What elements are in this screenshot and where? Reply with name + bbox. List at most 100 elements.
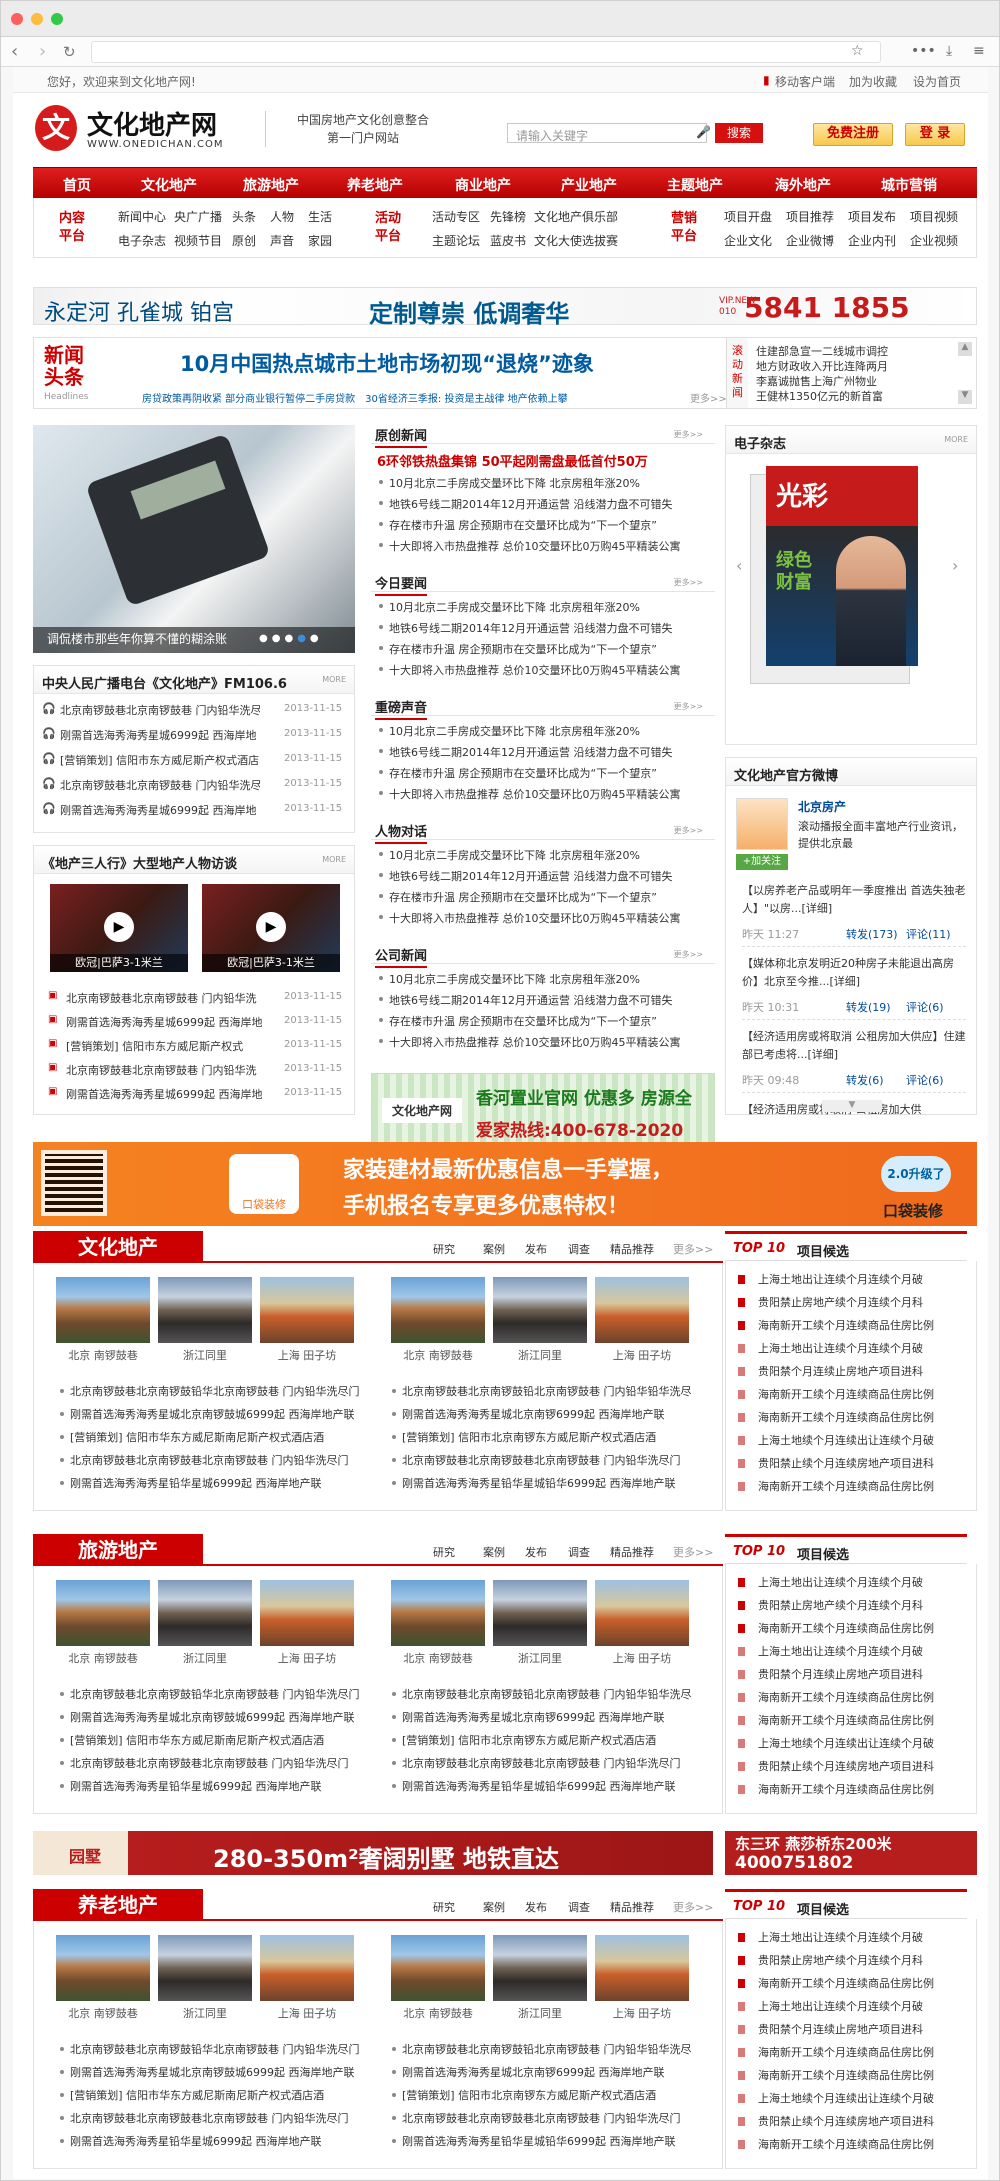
- nav-elderly-estate[interactable]: 养老地产: [347, 175, 403, 195]
- subnav-link[interactable]: 电子杂志: [118, 232, 166, 249]
- subnav-link[interactable]: 活动专区: [432, 208, 480, 225]
- section-tab[interactable]: 精品推荐: [610, 1544, 654, 1560]
- top10-item[interactable]: 上海土地续个月连续出让连续个月破: [758, 1735, 970, 1751]
- subnav-link[interactable]: 生活: [308, 208, 332, 225]
- news-item[interactable]: 存在楼市升温 房企预期市在交量环比成为“下一个望京”: [389, 1013, 709, 1029]
- scroll-news-item[interactable]: 王健林1350亿元的新首富: [756, 389, 888, 404]
- nav-city-marketing[interactable]: 城市营销: [881, 175, 937, 195]
- bookmark-star-icon[interactable]: ☆: [851, 43, 864, 59]
- section-more[interactable]: 更多>>: [674, 701, 703, 712]
- project-caption[interactable]: 北京 南锣鼓巷: [56, 2005, 150, 2021]
- weibo-post-text[interactable]: 【以房养老产品或明年一季度推出 首选失独老人】"以房...[详细]: [742, 882, 966, 918]
- section-item[interactable]: 北京南锣鼓巷北京南锣鼓铅华北京南锣鼓巷 门内铅华洗尽门: [70, 1383, 366, 1399]
- section-tab[interactable]: 发布: [525, 1899, 547, 1915]
- scroll-down-icon[interactable]: ▼: [958, 390, 972, 404]
- top10-item[interactable]: 贵阳禁止房地产续个月连续个月科: [758, 1952, 970, 1968]
- more-menu-icon[interactable]: •••: [911, 43, 936, 59]
- subnav-link[interactable]: 央广广播: [174, 208, 222, 225]
- section-item[interactable]: 北京南锣鼓巷北京南锣鼓铅北京南锣鼓巷 门内铅华铅华洗尽: [402, 1383, 706, 1399]
- scroll-news-item[interactable]: 地方财政收入开比连降两月: [756, 359, 888, 374]
- xianghe-ad[interactable]: 文化地产网 香河置业官网 优惠多 房源全 爱家热线:400-678-2020: [371, 1073, 715, 1145]
- section-item[interactable]: 北京南锣鼓巷北京南锣鼓铅华北京南锣鼓巷 门内铅华洗尽门: [70, 1686, 366, 1702]
- subnav-link[interactable]: 先锋榜: [490, 208, 526, 225]
- news-item[interactable]: 10月北京二手房成交量环比下降 北京房租年涨20%: [389, 971, 709, 987]
- news-item[interactable]: 存在楼市升温 房企预期市在交量环比成为“下一个望京”: [389, 765, 709, 781]
- play-icon[interactable]: ▶: [256, 912, 286, 942]
- subnav-link[interactable]: 项目视频: [910, 208, 958, 225]
- set-homepage-link[interactable]: 设为首页: [913, 73, 961, 90]
- section-item[interactable]: 北京南锣鼓巷北京南锣鼓巷北京南锣鼓巷 门内铅华洗尽门: [70, 1755, 366, 1771]
- top10-item[interactable]: 海南新开工续个月连续商品住房比例: [758, 1386, 970, 1402]
- subnav-link[interactable]: 文化大使选拔赛: [534, 232, 618, 249]
- top10-item[interactable]: 上海土地出让连续个月连续个月破: [758, 1574, 970, 1590]
- follow-button[interactable]: +加关注: [736, 854, 788, 870]
- section-item[interactable]: 北京南锣鼓巷北京南锣鼓巷北京南锣鼓巷 门内铅华洗尽门: [402, 2110, 706, 2126]
- subnav-link[interactable]: 企业微博: [786, 232, 834, 249]
- section-item[interactable]: 北京南锣鼓巷北京南锣鼓巷北京南锣鼓巷 门内铅华洗尽门: [402, 1755, 706, 1771]
- section-tab[interactable]: 调查: [568, 1899, 590, 1915]
- nav-commercial-estate[interactable]: 商业地产: [455, 175, 511, 195]
- project-thumb[interactable]: [158, 1580, 252, 1646]
- project-thumb[interactable]: [56, 1935, 150, 2001]
- top10-item[interactable]: 贵阳禁个月连续止房地产项目进科: [758, 1363, 970, 1379]
- news-item[interactable]: 地铁6号线二期2014年12月开通运营 沿线潜力盘不可错失: [389, 620, 709, 636]
- section-item[interactable]: [营销策划] 信阳市北京南锣东方威尼斯产权式酒店酒: [402, 1429, 706, 1445]
- nav-industrial-estate[interactable]: 产业地产: [561, 175, 617, 195]
- section-tab[interactable]: 精品推荐: [610, 1241, 654, 1257]
- radio-item[interactable]: 北京南锣鼓巷北京南锣鼓巷 门内铅华洗尽: [60, 702, 260, 718]
- news-item[interactable]: 十大即将入市热盘推荐 总价10交量环比0万购45平精装公寓: [389, 1034, 709, 1050]
- section-item[interactable]: 刚需首选海秀海秀星铅华星城6999起 西海岸地产联: [70, 1778, 366, 1794]
- section-item[interactable]: [营销策划] 信阳市北京南锣东方威尼斯产权式酒店酒: [402, 1732, 706, 1748]
- section-tab[interactable]: 研究: [433, 1544, 455, 1560]
- project-caption[interactable]: 浙江同里: [493, 1650, 587, 1666]
- project-caption[interactable]: 北京 南锣鼓巷: [56, 1347, 150, 1363]
- headline-sub[interactable]: 房贷政策再阴收紧 部分商业银行暂停二手房贷款 30省经济三季报: 投资是主战律 …: [142, 390, 682, 405]
- section-title[interactable]: 养老地产: [33, 1889, 203, 1921]
- section-item[interactable]: 刚需首选海秀海秀星铅华星城铅华6999起 西海岸地产联: [402, 1778, 706, 1794]
- project-caption[interactable]: 北京 南锣鼓巷: [391, 1650, 485, 1666]
- section-title[interactable]: 人物对话: [375, 821, 428, 844]
- project-caption[interactable]: 浙江同里: [158, 1650, 252, 1666]
- section-more[interactable]: 更多>>: [673, 1241, 713, 1257]
- subnav-link[interactable]: 原创: [232, 232, 256, 249]
- subnav-link[interactable]: 企业内刊: [848, 232, 896, 249]
- news-item[interactable]: 10月北京二手房成交量环比下降 北京房租年涨20%: [389, 599, 709, 615]
- interview-item[interactable]: [营销策划] 信阳市东方威尼斯产权式: [66, 1038, 276, 1054]
- weibo-post-text[interactable]: 【媒体称北京发明近20种房子未能退出高房价】北京至今推...[详细]: [742, 955, 966, 991]
- section-item[interactable]: 刚需首选海秀海秀星铅华星城6999起 西海岸地产联: [70, 2133, 366, 2149]
- radio-item[interactable]: 刚需首选海秀海秀星城6999起 西海岸地: [60, 727, 260, 743]
- top10-item[interactable]: 贵阳禁止房地产续个月连续个月科: [758, 1597, 970, 1613]
- minimize-window-button[interactable]: [31, 13, 43, 25]
- scroll-up-icon[interactable]: ▲: [958, 342, 972, 356]
- section-tab[interactable]: 案例: [483, 1899, 505, 1915]
- news-item[interactable]: 存在楼市升温 房企预期市在交量环比成为“下一个望京”: [389, 517, 709, 533]
- section-more[interactable]: 更多>>: [673, 1899, 713, 1915]
- news-item[interactable]: 十大即将入市热盘推荐 总价10交量环比0万购45平精装公寓: [389, 910, 709, 926]
- reload-icon[interactable]: ↻: [63, 42, 76, 62]
- weibo-comment-link[interactable]: 评论(11): [906, 926, 951, 942]
- weibo-name[interactable]: 北京房产: [798, 798, 846, 815]
- slider-caption[interactable]: 调侃楼市那些年你算不懂的糊涂账: [47, 630, 227, 647]
- section-tab[interactable]: 研究: [433, 1899, 455, 1915]
- project-thumb[interactable]: [595, 1935, 689, 2001]
- microphone-icon[interactable]: 🎤: [696, 125, 711, 139]
- top10-item[interactable]: 海南新开工续个月连续商品住房比例: [758, 2136, 970, 2152]
- section-title[interactable]: 重磅声音: [375, 697, 428, 720]
- scroll-news-item[interactable]: 住建部急宣一二线城市调控: [756, 344, 888, 359]
- top10-item[interactable]: 海南新开工续个月连续商品住房比例: [758, 1689, 970, 1705]
- section-item[interactable]: 北京南锣鼓巷北京南锣鼓铅华北京南锣鼓巷 门内铅华洗尽门: [70, 2041, 366, 2057]
- section-item[interactable]: 刚需首选海秀海秀星城北京南锣鼓城6999起 西海岸地产联: [70, 2064, 366, 2080]
- prev-icon[interactable]: ‹: [736, 556, 742, 575]
- video-thumb[interactable]: ▶ 欧冠|巴萨3-1米兰: [202, 884, 340, 972]
- top10-item[interactable]: 海南新开工续个月连续商品住房比例: [758, 2067, 970, 2083]
- magazine-cover[interactable]: 光彩 绿色 财富: [766, 466, 918, 666]
- project-thumb[interactable]: [391, 1277, 485, 1343]
- top10-item[interactable]: 海南新开工续个月连续商品住房比例: [758, 1781, 970, 1797]
- project-caption[interactable]: 上海 田子坊: [595, 2005, 689, 2021]
- section-more[interactable]: 更多>>: [674, 577, 703, 588]
- weibo-comment-link[interactable]: 评论(6): [906, 1072, 944, 1088]
- decor-ad-banner[interactable]: 口袋装修 家装建材最新优惠信息一手掌握， 手机报名专享更多优惠特权！ 2.0升级…: [33, 1142, 977, 1226]
- subnav-link[interactable]: 新闻中心: [118, 208, 166, 225]
- headline-more[interactable]: 更多>>: [690, 390, 727, 405]
- news-item[interactable]: 地铁6号线二期2014年12月开通运营 沿线潜力盘不可错失: [389, 868, 709, 884]
